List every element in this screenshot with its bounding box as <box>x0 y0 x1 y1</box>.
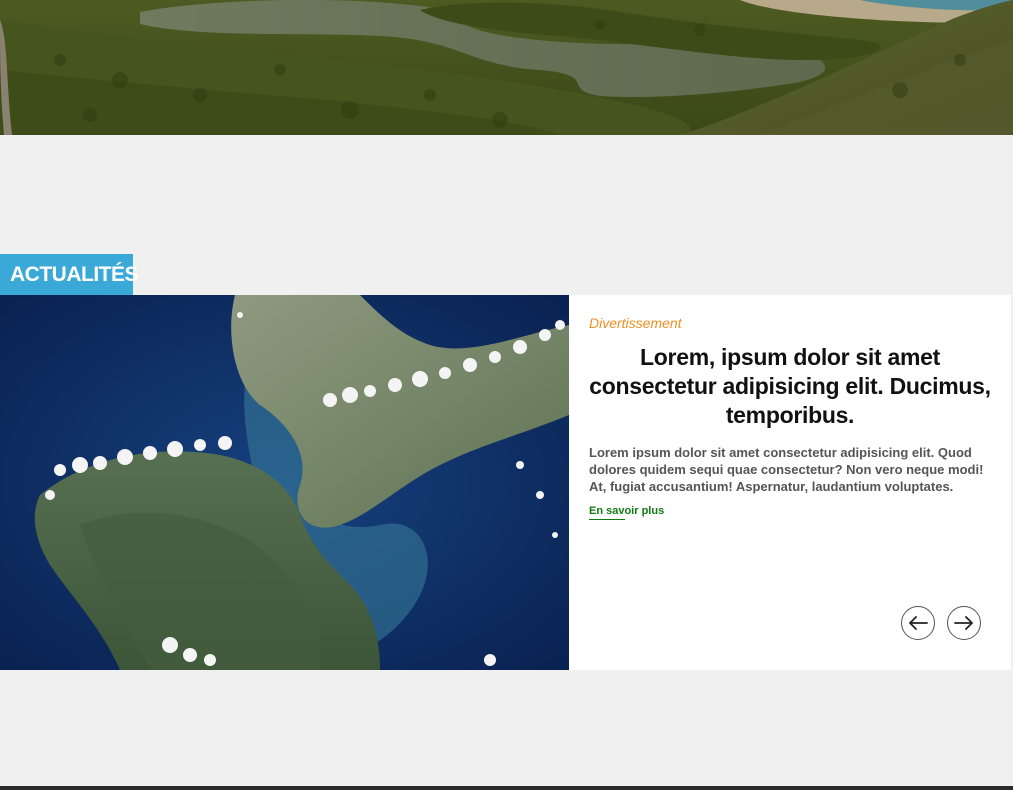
news-image <box>0 295 569 670</box>
hero-image <box>0 0 1013 135</box>
page: ACTUALITÉS Divertissement Lorem, ipsum d… <box>0 0 1013 790</box>
news-excerpt: Lorem ipsum dolor sit amet consectetur a… <box>589 445 984 494</box>
read-more-link[interactable]: En savoir plus <box>589 505 664 520</box>
news-body: Divertissement Lorem, ipsum dolor sit am… <box>569 295 1011 670</box>
arrow-right-icon <box>954 616 973 630</box>
carousel-nav <box>901 606 981 640</box>
news-card: Divertissement Lorem, ipsum dolor sit am… <box>0 295 1011 670</box>
previous-button[interactable] <box>901 606 935 640</box>
news-category: Divertissement <box>589 315 682 331</box>
section-label: ACTUALITÉS <box>0 254 139 295</box>
arrow-left-icon <box>909 616 928 630</box>
news-title: Lorem, ipsum dolor sit amet consectetur … <box>589 344 991 428</box>
footer-edge <box>0 786 1013 790</box>
next-button[interactable] <box>947 606 981 640</box>
